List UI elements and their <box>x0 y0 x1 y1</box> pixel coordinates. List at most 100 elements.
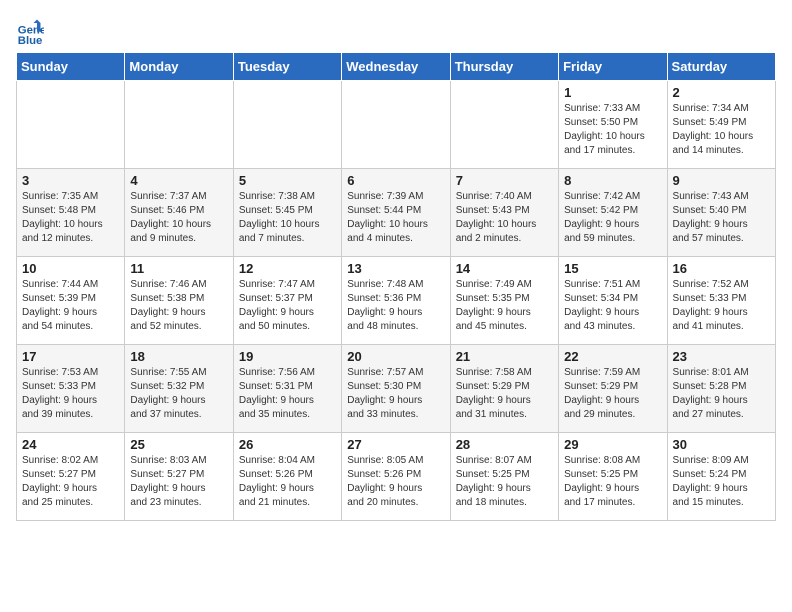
calendar-cell: 28Sunrise: 8:07 AM Sunset: 5:25 PM Dayli… <box>450 433 558 521</box>
calendar-cell: 8 Sunrise: 7:42 AM Sunset: 5:42 PM Daylig… <box>559 169 667 257</box>
day-info: Sunrise: 7:56 AM Sunset: 5:31 PM Dayligh… <box>239 366 336 422</box>
calendar-cell: 27 Sunrise: 8:05 AM Sunset: 5:26 PM Dayli… <box>342 433 450 521</box>
logo-icon: General Blue <box>16 16 44 44</box>
col-header-thursday: Thursday <box>450 53 558 81</box>
day-info: Sunrise: 8:08 AM Sunset: 5:25 PM Dayligh… <box>564 454 661 510</box>
calendar-cell: 16Sunrise: 7:52 AM Sunset: 5:33 PM Dayli… <box>667 257 775 345</box>
calendar-week-row: 1Sunrise: 7:33 AM Sunset: 5:50 PM Daylig… <box>17 81 776 169</box>
day-info: Sunrise: 7:58 AM Sunset: 5:29 PM Dayligh… <box>456 366 553 422</box>
day-number: 6 <box>347 173 444 188</box>
day-info: Sunrise: 7:38 AM Sunset: 5:45 PM Dayligh… <box>239 190 336 246</box>
day-number: 26 <box>239 437 336 452</box>
calendar-cell: 23Sunrise: 8:01 AM Sunset: 5:28 PM Dayli… <box>667 345 775 433</box>
calendar-cell: 24 Sunrise: 8:02 AM Sunset: 5:27 PM Dayli… <box>17 433 125 521</box>
day-number: 14 <box>456 261 553 276</box>
calendar-cell: 7 Sunrise: 7:40 AM Sunset: 5:43 PM Daylig… <box>450 169 558 257</box>
day-number: 19 <box>239 349 336 364</box>
calendar-table: SundayMondayTuesdayWednesdayThursdayFrid… <box>16 52 776 521</box>
logo: General Blue <box>16 16 48 44</box>
day-number: 1 <box>564 85 661 100</box>
day-number: 4 <box>130 173 227 188</box>
calendar-cell: 4 Sunrise: 7:37 AM Sunset: 5:46 PM Daylig… <box>125 169 233 257</box>
day-info: Sunrise: 8:05 AM Sunset: 5:26 PM Dayligh… <box>347 454 444 510</box>
calendar-cell: 11 Sunrise: 7:46 AM Sunset: 5:38 PM Dayli… <box>125 257 233 345</box>
day-number: 20 <box>347 349 444 364</box>
day-number: 9 <box>673 173 770 188</box>
day-info: Sunrise: 7:39 AM Sunset: 5:44 PM Dayligh… <box>347 190 444 246</box>
day-info: Sunrise: 8:02 AM Sunset: 5:27 PM Dayligh… <box>22 454 119 510</box>
day-number: 8 <box>564 173 661 188</box>
day-number: 27 <box>347 437 444 452</box>
calendar-week-row: 3 Sunrise: 7:35 AM Sunset: 5:48 PM Daylig… <box>17 169 776 257</box>
col-header-tuesday: Tuesday <box>233 53 341 81</box>
svg-text:Blue: Blue <box>18 35 43 44</box>
calendar-cell: 20 Sunrise: 7:57 AM Sunset: 5:30 PM Dayli… <box>342 345 450 433</box>
calendar-cell <box>125 81 233 169</box>
day-number: 29 <box>564 437 661 452</box>
calendar-cell: 30Sunrise: 8:09 AM Sunset: 5:24 PM Dayli… <box>667 433 775 521</box>
calendar-cell: 14 Sunrise: 7:49 AM Sunset: 5:35 PM Dayli… <box>450 257 558 345</box>
day-number: 2 <box>673 85 770 100</box>
day-number: 22 <box>564 349 661 364</box>
day-info: Sunrise: 8:03 AM Sunset: 5:27 PM Dayligh… <box>130 454 227 510</box>
day-info: Sunrise: 7:55 AM Sunset: 5:32 PM Dayligh… <box>130 366 227 422</box>
day-number: 7 <box>456 173 553 188</box>
calendar-cell <box>342 81 450 169</box>
col-header-friday: Friday <box>559 53 667 81</box>
calendar-cell: 5Sunrise: 7:38 AM Sunset: 5:45 PM Daylig… <box>233 169 341 257</box>
calendar-cell: 29 Sunrise: 8:08 AM Sunset: 5:25 PM Dayli… <box>559 433 667 521</box>
calendar-cell: 2 Sunrise: 7:34 AM Sunset: 5:49 PM Daylig… <box>667 81 775 169</box>
day-info: Sunrise: 7:43 AM Sunset: 5:40 PM Dayligh… <box>673 190 770 246</box>
calendar-cell: 3 Sunrise: 7:35 AM Sunset: 5:48 PM Daylig… <box>17 169 125 257</box>
calendar-week-row: 10 Sunrise: 7:44 AM Sunset: 5:39 PM Dayli… <box>17 257 776 345</box>
calendar-cell: 25 Sunrise: 8:03 AM Sunset: 5:27 PM Dayli… <box>125 433 233 521</box>
calendar-cell <box>233 81 341 169</box>
col-header-monday: Monday <box>125 53 233 81</box>
col-header-sunday: Sunday <box>17 53 125 81</box>
calendar-cell: 1Sunrise: 7:33 AM Sunset: 5:50 PM Daylig… <box>559 81 667 169</box>
day-info: Sunrise: 7:49 AM Sunset: 5:35 PM Dayligh… <box>456 278 553 334</box>
day-info: Sunrise: 7:34 AM Sunset: 5:49 PM Dayligh… <box>673 102 770 158</box>
day-number: 3 <box>22 173 119 188</box>
calendar-cell: 6 Sunrise: 7:39 AM Sunset: 5:44 PM Daylig… <box>342 169 450 257</box>
day-info: Sunrise: 7:53 AM Sunset: 5:33 PM Dayligh… <box>22 366 119 422</box>
day-number: 25 <box>130 437 227 452</box>
day-info: Sunrise: 7:46 AM Sunset: 5:38 PM Dayligh… <box>130 278 227 334</box>
calendar-cell <box>450 81 558 169</box>
calendar-header-row: SundayMondayTuesdayWednesdayThursdayFrid… <box>17 53 776 81</box>
day-number: 12 <box>239 261 336 276</box>
calendar-cell <box>17 81 125 169</box>
day-number: 15 <box>564 261 661 276</box>
page-header: General Blue <box>16 16 776 44</box>
calendar-week-row: 17Sunrise: 7:53 AM Sunset: 5:33 PM Dayli… <box>17 345 776 433</box>
day-number: 30 <box>673 437 770 452</box>
day-info: Sunrise: 7:48 AM Sunset: 5:36 PM Dayligh… <box>347 278 444 334</box>
day-info: Sunrise: 7:35 AM Sunset: 5:48 PM Dayligh… <box>22 190 119 246</box>
day-info: Sunrise: 7:42 AM Sunset: 5:42 PM Dayligh… <box>564 190 661 246</box>
day-info: Sunrise: 7:57 AM Sunset: 5:30 PM Dayligh… <box>347 366 444 422</box>
calendar-cell: 9 Sunrise: 7:43 AM Sunset: 5:40 PM Daylig… <box>667 169 775 257</box>
calendar-cell: 13 Sunrise: 7:48 AM Sunset: 5:36 PM Dayli… <box>342 257 450 345</box>
day-info: Sunrise: 8:07 AM Sunset: 5:25 PM Dayligh… <box>456 454 553 510</box>
calendar-cell: 17Sunrise: 7:53 AM Sunset: 5:33 PM Dayli… <box>17 345 125 433</box>
col-header-saturday: Saturday <box>667 53 775 81</box>
calendar-cell: 15 Sunrise: 7:51 AM Sunset: 5:34 PM Dayli… <box>559 257 667 345</box>
calendar-cell: 10 Sunrise: 7:44 AM Sunset: 5:39 PM Dayli… <box>17 257 125 345</box>
day-number: 11 <box>130 261 227 276</box>
day-number: 16 <box>673 261 770 276</box>
day-number: 21 <box>456 349 553 364</box>
day-info: Sunrise: 7:59 AM Sunset: 5:29 PM Dayligh… <box>564 366 661 422</box>
calendar-cell: 26Sunrise: 8:04 AM Sunset: 5:26 PM Dayli… <box>233 433 341 521</box>
day-number: 10 <box>22 261 119 276</box>
day-number: 13 <box>347 261 444 276</box>
day-info: Sunrise: 7:40 AM Sunset: 5:43 PM Dayligh… <box>456 190 553 246</box>
day-info: Sunrise: 7:51 AM Sunset: 5:34 PM Dayligh… <box>564 278 661 334</box>
day-info: Sunrise: 7:44 AM Sunset: 5:39 PM Dayligh… <box>22 278 119 334</box>
calendar-week-row: 24 Sunrise: 8:02 AM Sunset: 5:27 PM Dayli… <box>17 433 776 521</box>
col-header-wednesday: Wednesday <box>342 53 450 81</box>
calendar-cell: 12 Sunrise: 7:47 AM Sunset: 5:37 PM Dayli… <box>233 257 341 345</box>
day-number: 24 <box>22 437 119 452</box>
day-info: Sunrise: 7:47 AM Sunset: 5:37 PM Dayligh… <box>239 278 336 334</box>
calendar-cell: 19 Sunrise: 7:56 AM Sunset: 5:31 PM Dayli… <box>233 345 341 433</box>
day-info: Sunrise: 7:37 AM Sunset: 5:46 PM Dayligh… <box>130 190 227 246</box>
